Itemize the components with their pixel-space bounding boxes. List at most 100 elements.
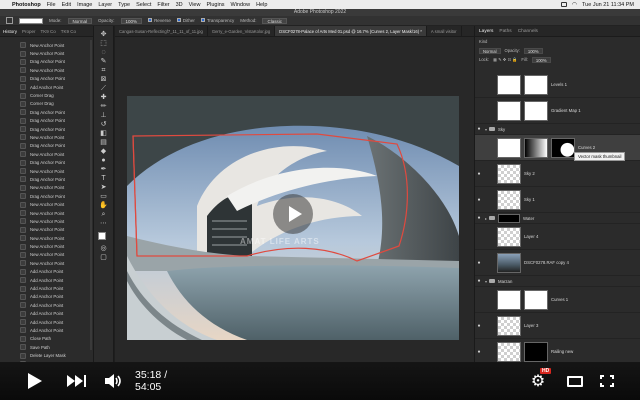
opacity-field[interactable]: 100% (120, 17, 143, 24)
layer-group-sky[interactable]: ● ▾ Sky (475, 124, 640, 135)
history-state-item[interactable]: New Anchor Point (0, 49, 93, 57)
history-state-item[interactable]: New Anchor Point (0, 217, 93, 225)
play-button[interactable] (26, 373, 44, 389)
foreground-color-swatch[interactable] (97, 232, 106, 240)
history-state-item[interactable]: Drag Anchor Point (0, 58, 93, 66)
menu-view[interactable]: View (189, 2, 201, 8)
history-state-item[interactable]: New Anchor Point (0, 41, 93, 49)
layer-group-marzan[interactable]: ● ▾ Marzan (475, 276, 640, 287)
menu-type[interactable]: Type (118, 2, 130, 8)
doc-tab-4[interactable]: A small visitor (427, 26, 462, 36)
dodge-tool-icon[interactable]: ● (99, 156, 109, 165)
canvas-area[interactable]: AMAT LIFE ARTS (115, 37, 474, 362)
menu-select[interactable]: Select (136, 2, 151, 8)
history-state-item[interactable]: Add Anchor Point (0, 276, 93, 284)
path-select-icon[interactable]: ➤ (99, 183, 109, 192)
gradient-tool-icon-side[interactable]: ▤ (99, 138, 109, 147)
menu-filter[interactable]: Filter (157, 2, 169, 8)
history-state-item[interactable]: New Anchor Point (0, 259, 93, 267)
color-swatches[interactable] (97, 232, 110, 244)
lasso-tool-icon[interactable]: ◌ (99, 48, 109, 57)
blur-tool-icon[interactable]: ◆ (99, 147, 109, 156)
battery-icon[interactable] (560, 2, 567, 7)
layer-mask-thumbnail[interactable] (524, 100, 548, 121)
doc-tab-2[interactable]: Gerry_e-Garden_VistaKolor.jpg (208, 26, 276, 36)
healing-brush-icon[interactable]: ✚ (99, 93, 109, 102)
move-tool-icon[interactable]: ✥ (99, 30, 109, 39)
blend-mode-select[interactable]: Normal (479, 47, 501, 54)
pen-tool-icon[interactable]: ✒ (99, 165, 109, 174)
history-state-item[interactable]: Drag Anchor Point (0, 108, 93, 116)
marquee-tool-icon[interactable]: ⬚ (99, 39, 109, 48)
hand-tool-icon[interactable]: ✋ (99, 201, 109, 210)
layer-row-dscf-copy-4[interactable]: ● DSCF0278.RAF copy 4 (475, 250, 640, 276)
gradient-swatch[interactable] (19, 17, 43, 24)
history-state-item[interactable]: Drag Anchor Point (0, 175, 93, 183)
history-state-item[interactable]: Drag Anchor Point (0, 117, 93, 125)
history-state-item[interactable]: Drag Anchor Point (0, 142, 93, 150)
history-state-item[interactable]: Add Anchor Point (0, 293, 93, 301)
shape-tool-icon[interactable]: ▭ (99, 192, 109, 201)
layer-row-curves-1[interactable]: Curves 1 (475, 287, 640, 313)
history-state-item[interactable]: Add Anchor Point (0, 284, 93, 292)
layer-mask-thumbnail[interactable] (524, 341, 548, 362)
visibility-eye-icon[interactable]: ● (475, 197, 483, 203)
wifi-icon[interactable]: ◠ (572, 1, 577, 8)
history-brush-icon[interactable]: ↺ (99, 120, 109, 129)
quick-mask-icon[interactable]: ◎ (99, 244, 109, 253)
history-state-item[interactable]: Drag Anchor Point (0, 125, 93, 133)
mode-select[interactable]: Normal (67, 17, 93, 24)
history-state-item[interactable]: Add Anchor Point (0, 83, 93, 91)
history-state-item[interactable]: Add Anchor Point (0, 268, 93, 276)
dither-checkbox[interactable]: Dither (176, 18, 195, 23)
doc-tab-active[interactable]: DSCF0278-Palace of Arts Med 01.psd @ 16.… (275, 26, 427, 36)
tab-tk9-1[interactable]: TK9 Co (41, 29, 56, 34)
settings-gear-button[interactable]: ⚙ (528, 373, 548, 390)
more-tools-icon[interactable]: ⋯ (99, 219, 109, 228)
eraser-tool-icon[interactable]: ◧ (99, 129, 109, 138)
screen-mode-icon[interactable]: ▢ (99, 253, 109, 262)
next-video-button[interactable] (66, 373, 86, 389)
history-state-item[interactable]: New Anchor Point (0, 150, 93, 158)
lock-icons[interactable]: ▦ ✎ ✥ ⊡ 🔒 (493, 57, 517, 63)
gradient-tool-icon[interactable] (6, 17, 13, 24)
visibility-eye-icon[interactable]: ● (475, 126, 483, 132)
menu-file[interactable]: File (47, 2, 56, 8)
tab-tk9-2[interactable]: TK9 Co (61, 29, 76, 34)
quick-select-tool-icon[interactable]: ✎ (99, 57, 109, 66)
history-state-item[interactable]: Drag Anchor Point (0, 192, 93, 200)
volume-button[interactable] (104, 373, 122, 389)
menu-plugins[interactable]: Plugins (206, 2, 224, 8)
doc-tab-1[interactable]: Cangas-Susan-Reflectingf7_11_11_of_11.jp… (115, 26, 208, 36)
fullscreen-button[interactable] (599, 373, 615, 389)
history-state-item[interactable]: Add Anchor Point (0, 310, 93, 318)
menu-window[interactable]: Window (231, 2, 251, 8)
visibility-eye-icon[interactable]: ● (475, 215, 483, 221)
tab-history[interactable]: History (3, 29, 17, 34)
method-select[interactable]: Classic (262, 17, 287, 24)
group-mask-thumbnail[interactable] (498, 213, 520, 223)
tab-layers[interactable]: Layers (479, 29, 493, 34)
layer-row-gradient-map-1[interactable]: Gradient Map 1 (475, 98, 640, 124)
video-play-overlay-button[interactable] (273, 194, 313, 234)
layer-row-layer-4[interactable]: Layer 4 (475, 224, 640, 250)
menu-edit[interactable]: Edit (62, 2, 71, 8)
fill-field[interactable]: 100% (531, 56, 551, 63)
history-state-item[interactable]: New Anchor Point (0, 167, 93, 175)
clone-stamp-icon[interactable]: ⊥ (99, 111, 109, 120)
history-state-item[interactable]: Close Path (0, 335, 93, 343)
history-state-item[interactable]: New Anchor Point (0, 226, 93, 234)
history-state-item[interactable]: Add Anchor Point (0, 318, 93, 326)
history-state-item[interactable]: Drag Anchor Point (0, 75, 93, 83)
visibility-eye-icon[interactable]: ● (475, 349, 483, 355)
tab-paths[interactable]: Paths (499, 29, 511, 34)
history-state-item[interactable]: Corner Drag (0, 100, 93, 108)
history-state-item[interactable]: New Anchor Point (0, 242, 93, 250)
crop-tool-icon[interactable]: ⌗ (99, 66, 109, 75)
history-state-item[interactable]: Add Anchor Point (0, 301, 93, 309)
menu-layer[interactable]: Layer (98, 2, 112, 8)
visibility-eye-icon[interactable]: ● (475, 260, 483, 266)
eyedropper-tool-icon[interactable]: ⟋ (99, 84, 109, 93)
layer-group-water[interactable]: ● ▸ Water (475, 213, 640, 224)
zoom-tool-icon[interactable]: ⌕ (99, 210, 109, 219)
